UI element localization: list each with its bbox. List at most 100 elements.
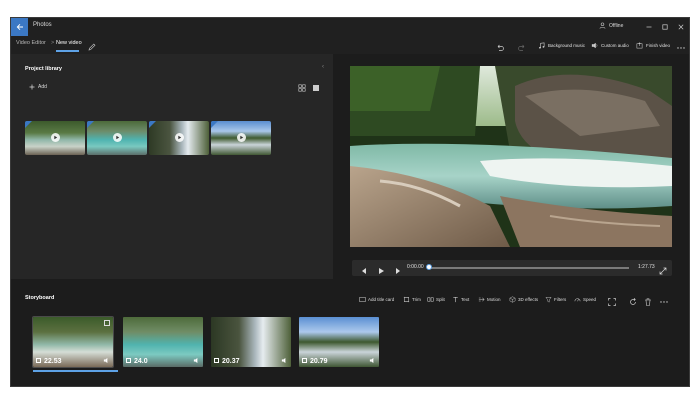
- motion-label: Motion: [487, 296, 501, 302]
- more-icon: [660, 301, 668, 303]
- close-button[interactable]: [675, 21, 687, 33]
- library-clip-thumbnail[interactable]: [211, 121, 271, 155]
- storyboard-clip[interactable]: 22.53: [32, 316, 114, 368]
- text-icon: [453, 296, 458, 302]
- play-icon: [379, 268, 384, 274]
- storyboard-clip[interactable]: 20.37: [211, 317, 291, 367]
- title-bar: Photos Offline: [11, 18, 689, 36]
- seek-bar[interactable]: [429, 267, 629, 269]
- split-button[interactable]: Split: [427, 294, 445, 304]
- minimize-button[interactable]: [643, 21, 655, 33]
- background-music-label: Background music: [548, 42, 586, 48]
- volume-icon[interactable]: [369, 357, 376, 364]
- speed-button[interactable]: Speed: [574, 294, 596, 304]
- storyboard-clip[interactable]: 24.0: [123, 317, 203, 367]
- clip-checkbox[interactable]: [214, 358, 219, 363]
- back-arrow-icon: [16, 23, 23, 31]
- current-time: 0:00.00: [407, 264, 424, 270]
- fullscreen-button[interactable]: [658, 263, 668, 275]
- 3d-effects-button[interactable]: 3D effects: [509, 294, 538, 304]
- clip-checkbox[interactable]: [126, 358, 131, 363]
- collapse-chevron-icon[interactable]: ‹: [322, 64, 324, 70]
- total-time: 1:27.73: [638, 264, 655, 270]
- clip-duration: 24.0: [134, 358, 148, 365]
- more-options-button[interactable]: [676, 40, 686, 50]
- clip-checkbox[interactable]: [302, 358, 307, 363]
- library-clip-thumbnail[interactable]: [149, 121, 209, 155]
- selected-clip-indicator: [33, 370, 118, 372]
- text-button[interactable]: Text: [452, 294, 469, 304]
- previous-frame-button[interactable]: [359, 263, 369, 274]
- split-icon: [427, 296, 434, 302]
- offline-status[interactable]: Offline: [599, 22, 623, 29]
- large-thumbnail-view-icon[interactable]: [312, 84, 320, 92]
- maximize-icon: [662, 24, 668, 30]
- add-title-card-button[interactable]: Add title card: [359, 294, 394, 304]
- trash-icon: [645, 298, 651, 306]
- offline-label: Offline: [609, 22, 624, 29]
- speed-label: Speed: [583, 296, 597, 302]
- rotate-icon: [630, 298, 636, 305]
- preview-frame-image: [350, 66, 672, 247]
- rename-button[interactable]: [87, 39, 97, 51]
- editor-toolbar: Video Editor > New video Background musi…: [11, 36, 689, 54]
- motion-icon: [478, 297, 485, 301]
- trim-icon: [403, 296, 410, 302]
- delete-button[interactable]: [643, 294, 653, 306]
- export-icon: [636, 41, 643, 48]
- grid-view-icon[interactable]: [298, 84, 306, 92]
- undo-button[interactable]: [495, 40, 505, 51]
- volume-icon[interactable]: [103, 357, 110, 364]
- add-media-button[interactable]: Add: [29, 84, 47, 90]
- app-window: Photos Offline Video Editor > New video: [10, 17, 690, 387]
- person-icon: [599, 22, 606, 29]
- storyboard-clip[interactable]: 20.79: [299, 317, 379, 367]
- more-icon: [677, 47, 685, 49]
- filters-label: Filters: [554, 296, 567, 302]
- project-library-panel: Project library ‹ Add: [11, 54, 333, 279]
- library-clip-thumbnail[interactable]: [87, 121, 147, 155]
- app-title: Photos: [33, 22, 52, 28]
- play-icon: [113, 133, 122, 142]
- volume-icon[interactable]: [193, 357, 200, 364]
- plus-icon: [29, 84, 35, 90]
- storyboard-panel: Storyboard Add title card Trim Split Tex…: [11, 290, 689, 386]
- breadcrumb-current-project[interactable]: New video: [56, 40, 82, 46]
- play-button[interactable]: [376, 263, 386, 274]
- lock-icon: [104, 320, 110, 326]
- maximize-button[interactable]: [659, 21, 671, 33]
- selected-corner-marker: [149, 121, 156, 128]
- background-music-button[interactable]: Background music: [538, 39, 585, 51]
- rotate-button[interactable]: [628, 294, 638, 305]
- volume-icon[interactable]: [281, 357, 288, 364]
- filters-button[interactable]: Filters: [545, 294, 566, 304]
- breadcrumb-separator: >: [51, 40, 55, 46]
- project-library-title: Project library: [25, 66, 62, 72]
- add-media-label: Add: [38, 84, 47, 90]
- breadcrumb-video-editor[interactable]: Video Editor: [16, 40, 46, 46]
- library-clip-thumbnail[interactable]: [25, 121, 85, 155]
- next-frame-button[interactable]: [393, 263, 403, 274]
- title-card-icon: [359, 296, 366, 302]
- clip-duration: 20.79: [310, 358, 328, 365]
- video-preview[interactable]: [350, 66, 672, 247]
- finish-video-button[interactable]: Finish video: [636, 39, 670, 51]
- breadcrumb-underline: [56, 50, 79, 52]
- redo-icon: [518, 44, 525, 51]
- pencil-icon: [88, 43, 96, 51]
- clip-duration: 20.37: [222, 358, 240, 365]
- back-button[interactable]: [11, 18, 28, 36]
- storyboard-more-button[interactable]: [659, 294, 669, 304]
- resize-crop-button[interactable]: [607, 294, 617, 306]
- storyboard-title: Storyboard: [25, 295, 55, 301]
- music-note-icon: [539, 42, 545, 49]
- close-icon: [678, 24, 684, 30]
- audio-icon: [591, 42, 598, 48]
- add-title-card-label: Add title card: [368, 296, 395, 302]
- seek-bar-thumb[interactable]: [426, 264, 432, 270]
- clip-checkbox[interactable]: [36, 358, 41, 363]
- motion-button[interactable]: Motion: [478, 294, 501, 304]
- redo-button[interactable]: [517, 40, 527, 51]
- custom-audio-button[interactable]: Custom audio: [591, 39, 629, 51]
- trim-button[interactable]: Trim: [403, 294, 421, 304]
